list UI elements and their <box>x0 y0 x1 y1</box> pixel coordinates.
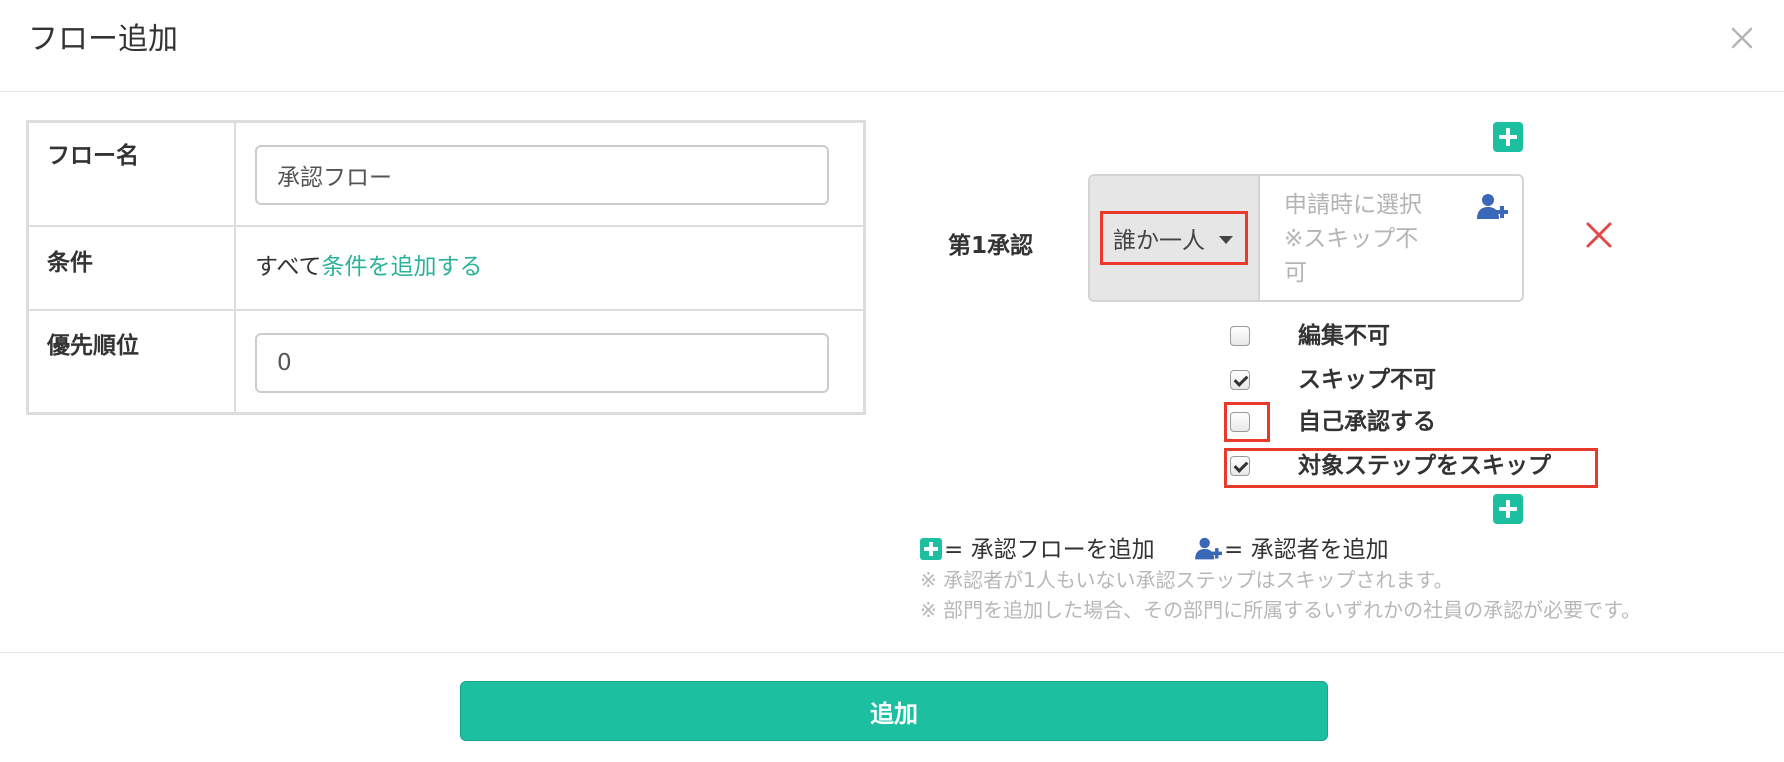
conditions-value: すべて条件を追加する <box>255 247 482 281</box>
remove-icon <box>1586 222 1612 248</box>
user-plus-icon <box>1477 194 1508 219</box>
modal-footer: 追加 <box>0 652 1784 762</box>
option-label: スキップ不可 <box>1298 367 1436 393</box>
note-department-approval: ※ 部門を追加した場合、その部門に所属するいずれかの社員の承認が必要です。 <box>920 598 1642 622</box>
approver-type-cell: 誰か一人 <box>1090 176 1260 300</box>
add-flow-step-button-bottom[interactable] <box>1493 494 1523 524</box>
priority-label: 優先順位 <box>29 311 236 412</box>
add-button[interactable]: 追加 <box>460 681 1328 741</box>
remove-step-button[interactable] <box>1584 220 1614 250</box>
approval-step-box: 誰か一人 申請時に選択 ※スキップ不 可 <box>1088 174 1524 302</box>
approver-area: 申請時に選択 ※スキップ不 可 <box>1262 176 1522 300</box>
highlight-self-approve-checkbox <box>1224 402 1270 442</box>
placeholder-line: ※スキップ不 <box>1284 226 1419 252</box>
note-skip-empty-step: ※ 承認者が1人もいない承認ステップはスキップされます。 <box>920 568 1454 592</box>
conditions-row: 条件 すべて条件を追加する <box>29 227 863 311</box>
modal-header: フロー追加 <box>0 0 1784 92</box>
priority-row: 優先順位 <box>29 311 863 412</box>
approver-type-value: 誰か一人 <box>1113 228 1205 254</box>
add-approver-button[interactable] <box>1476 192 1510 222</box>
placeholder-line: 申請時に選択 <box>1284 192 1422 218</box>
caret-down-icon <box>1219 236 1233 244</box>
add-flow-step-button-top[interactable] <box>1493 122 1523 152</box>
priority-input[interactable] <box>255 333 829 393</box>
conditions-all-text: すべて <box>255 254 322 280</box>
add-condition-link[interactable]: 条件を追加する <box>321 254 482 280</box>
option-label: 編集不可 <box>1298 323 1390 349</box>
edit-locked-checkbox[interactable] <box>1230 326 1250 346</box>
legend-add-flow: = 承認フローを追加 <box>944 537 1155 563</box>
highlight-skip-target-step <box>1224 448 1598 488</box>
approver-type-dropdown[interactable]: 誰か一人 <box>1100 211 1248 265</box>
skip-disabled-checkbox[interactable] <box>1230 370 1250 390</box>
flow-settings-table: フロー名 条件 すべて条件を追加する 優先順位 <box>26 120 866 415</box>
placeholder-line: 可 <box>1284 260 1307 286</box>
flow-name-input[interactable] <box>255 145 829 205</box>
flow-name-row: フロー名 <box>29 123 863 227</box>
step-label: 第1承認 <box>948 233 1034 259</box>
plus-icon <box>920 538 942 560</box>
modal-title: フロー追加 <box>28 22 178 57</box>
flow-name-label: フロー名 <box>29 123 236 225</box>
approver-placeholder: 申請時に選択 ※スキップ不 可 <box>1284 188 1454 290</box>
user-plus-icon <box>1195 537 1222 560</box>
option-label: 自己承認する <box>1298 409 1436 435</box>
conditions-label: 条件 <box>29 227 236 309</box>
close-icon <box>1731 27 1753 49</box>
close-button[interactable] <box>1722 18 1762 58</box>
legend-add-approver: = 承認者を追加 <box>1224 537 1389 563</box>
flow-add-modal: フロー追加 フロー名 条件 すべて条件を追加する 優先順位 第1承認 <box>0 0 1784 762</box>
